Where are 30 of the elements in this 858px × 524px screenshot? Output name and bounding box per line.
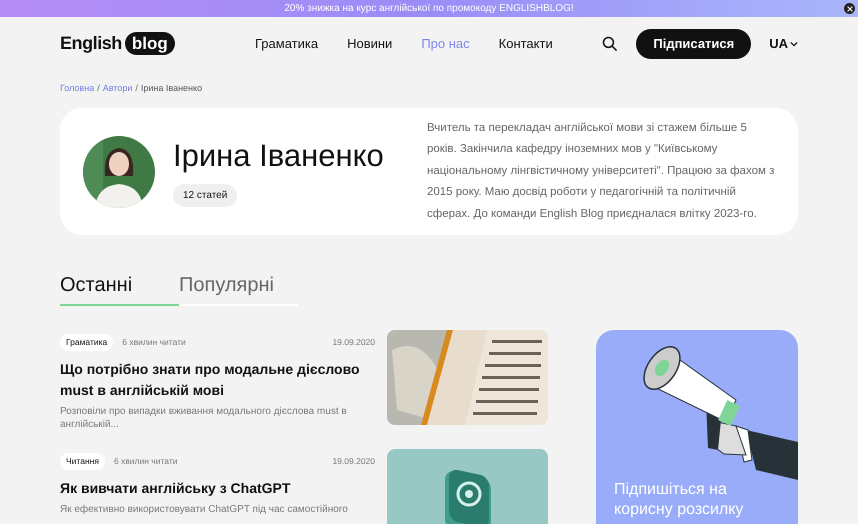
read-time: 6 хвилин читати [122,336,186,349]
chevron-down-icon [790,40,798,48]
nav-link[interactable]: Новини [347,34,392,54]
logo[interactable]: English blog [60,30,180,57]
subscribe-button[interactable]: Підписатися [636,28,752,58]
read-time: 6 хвилин читати [114,455,178,468]
article-title[interactable]: Що потрібно знати про модальне дієслово must в англійській мові [60,359,375,401]
close-button[interactable] [844,3,855,14]
nav-link[interactable]: Граматика [255,34,318,54]
tab[interactable]: Останні [60,270,179,306]
category-tag[interactable]: Читання [60,453,105,470]
language-selector[interactable]: UA [769,34,798,54]
article-date: 19.09.2020 [332,336,375,349]
search-icon[interactable] [601,35,618,52]
nav-link[interactable]: Контакти [498,34,553,54]
author-bio: Вчитель та перекладач англійської мови зі стажем більше 5 років. Закінчила кафедру іноземних мов у "Київському національному лінгвістичному університеті". Працюю за фахом з 2015 року. Маю досвід роботи у педагогічній та політичній сферах. До команди English Blog приєдналася влітку 2023-го. [427,120,775,222]
newsletter-title: Підпишіться на корисну розсилку [613,480,744,520]
article-excerpt: Розповіли про випадки вживання модального дієслова must в англійській... [60,405,348,431]
article-title[interactable]: Як вивчати англійську з ChatGPT [60,478,375,499]
article-excerpt: Як ефективно використовувати ChatGPT під час самостійного [60,503,349,516]
category-tag[interactable]: Граматика [60,334,114,351]
close-icon [846,6,852,12]
article-date: 19.09.2020 [332,455,375,468]
breadcrumb-separator: / [135,82,138,95]
articles-count: 12 статей [173,184,238,207]
author-name: Ірина Іваненко [173,137,385,175]
breadcrumb-current: Ірина Іваненко [140,82,202,95]
promo-text: 20% знижка на курс англійської по промокоду ENGLISHBLOG! [284,2,574,16]
breadcrumb-separator: / [97,82,100,95]
tab[interactable]: Популярні [179,270,298,306]
